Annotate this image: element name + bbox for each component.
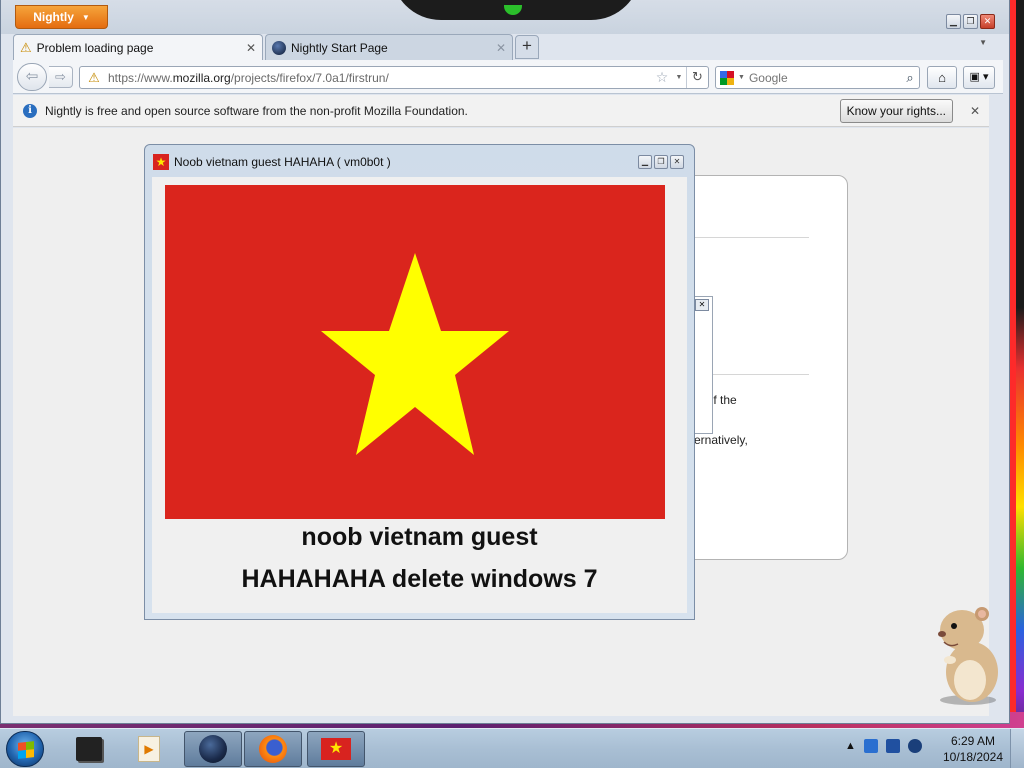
- error-page-card: ty of the ernatively,: [693, 175, 848, 560]
- search-icon[interactable]: ⌕: [901, 70, 919, 86]
- new-tab-button[interactable]: +: [515, 35, 539, 59]
- arrow-right-icon: ⇨: [55, 69, 66, 84]
- notification-message: Nightly is free and open source software…: [45, 103, 468, 118]
- taskbar-nightly-button[interactable]: [184, 731, 242, 767]
- media-player-icon: ▶: [138, 736, 160, 762]
- window-controls: ▁ ❐ ✕: [946, 14, 995, 29]
- vietnam-flag-icon: ★: [153, 154, 169, 170]
- search-bar: ▼ ⌕: [715, 66, 920, 89]
- divider: [694, 237, 809, 238]
- system-tray: ▲: [845, 739, 922, 753]
- reload-button[interactable]: ↻: [686, 67, 708, 88]
- taskbar-firefox-button[interactable]: [244, 731, 302, 767]
- show-desktop-button[interactable]: [1010, 729, 1024, 768]
- tab-nightly-start[interactable]: Nightly Start Page ✕: [265, 34, 513, 60]
- tray-display-icon[interactable]: [885, 739, 900, 753]
- popup-caption-line-1: noob vietnam guest: [301, 523, 538, 551]
- addon-button[interactable]: ▣ ▾: [963, 66, 995, 89]
- popup-close-button[interactable]: ✕: [670, 155, 684, 169]
- google-icon[interactable]: [720, 70, 734, 85]
- close-button[interactable]: ✕: [980, 14, 995, 29]
- tab-close-icon[interactable]: ✕: [246, 41, 256, 55]
- vietnam-flag-image: [165, 185, 665, 519]
- tab-list-chevron-icon[interactable]: ▼: [979, 38, 987, 47]
- bookmark-star-icon[interactable]: ☆: [652, 69, 672, 86]
- start-button[interactable]: [6, 731, 44, 767]
- navigation-toolbar: ⇦ ⇨ ⚠ https://www.mozilla.org/projects/f…: [13, 60, 1003, 94]
- taskbar-media-button[interactable]: [60, 731, 118, 767]
- nightly-menu-label: Nightly: [33, 10, 74, 24]
- warning-icon: ⚠: [20, 39, 32, 55]
- warning-icon: ⚠: [88, 69, 100, 85]
- desktop-wallpaper-edge: [1016, 0, 1024, 768]
- popup-title-bar[interactable]: ★ Noob vietnam guest HAHAHA ( vm0b0t ): [153, 154, 391, 170]
- url-domain: mozilla.org: [172, 70, 231, 85]
- tray-network-icon[interactable]: [863, 739, 878, 753]
- popup-window-controls: ▁ ❐ ✕: [638, 155, 684, 169]
- back-button[interactable]: ⇦: [17, 63, 47, 91]
- url-bar[interactable]: ⚠ https://www.mozilla.org/projects/firef…: [79, 66, 709, 89]
- notification-bar: i Nightly is free and open source softwa…: [13, 95, 989, 127]
- search-engine-dropdown-icon[interactable]: ▼: [738, 74, 745, 81]
- nightly-globe-icon: [272, 40, 286, 55]
- hidden-window-edge: [693, 296, 713, 434]
- nightly-globe-icon: [199, 735, 227, 763]
- popup-minimize-button[interactable]: ▁: [638, 155, 652, 169]
- home-button[interactable]: ⌂: [927, 66, 957, 89]
- addon-icon: ▣ ▾: [969, 71, 989, 83]
- home-icon: ⌂: [938, 70, 946, 85]
- tab-label: Nightly Start Page: [291, 40, 388, 55]
- notification-close-icon[interactable]: ✕: [965, 104, 985, 118]
- arrow-left-icon: ⇦: [25, 68, 39, 85]
- taskbar: ▶ ★ ▲ 6:29 AM 10/18/2024: [0, 728, 1024, 768]
- info-icon: i: [23, 103, 37, 118]
- vietnam-flag-icon: ★: [321, 738, 351, 760]
- minimize-button[interactable]: ▁: [946, 14, 961, 29]
- popup-window: ★ Noob vietnam guest HAHAHA ( vm0b0t ) ▁…: [144, 144, 695, 620]
- tab-problem-loading[interactable]: ⚠ Problem loading page ✕: [13, 34, 263, 60]
- close-icon[interactable]: ✕: [695, 299, 709, 311]
- url-text[interactable]: https://www.mozilla.org/projects/firefox…: [108, 71, 652, 85]
- popup-caption-line-2: HAHAHAHA delete windows 7: [241, 565, 598, 593]
- forward-button[interactable]: ⇨: [49, 66, 73, 88]
- popup-title: Noob vietnam guest HAHAHA ( vm0b0t ): [174, 155, 391, 169]
- hamster-mascot-icon: [938, 607, 998, 705]
- media-icon: [76, 737, 102, 761]
- popup-body: noob vietnam guest HAHAHAHA delete windo…: [152, 177, 687, 613]
- clock-date: 10/18/2024: [942, 750, 1004, 764]
- chevron-down-icon: ▼: [81, 12, 90, 22]
- tab-label: Problem loading page: [36, 40, 154, 55]
- nightly-menu-button[interactable]: Nightly ▼: [15, 5, 108, 29]
- firefox-icon: [259, 735, 287, 763]
- tab-strip: ⚠ Problem loading page ✕ Nightly Start P…: [13, 34, 1003, 60]
- windows-logo-icon: [18, 741, 34, 759]
- tab-close-icon[interactable]: ✕: [496, 41, 506, 55]
- theme-arc-decoration: [391, 0, 641, 20]
- search-input[interactable]: [748, 70, 897, 85]
- url-prefix: https://www.: [108, 70, 173, 85]
- url-path: /projects/firefox/7.0a1/firstrun/: [230, 70, 389, 85]
- taskbar-popup-button[interactable]: ★: [307, 731, 365, 767]
- theme-dot: [504, 5, 522, 15]
- title-bar[interactable]: Nightly ▼ ▁ ❐ ✕: [1, 0, 1009, 34]
- clock[interactable]: 6:29 AM 10/18/2024: [940, 733, 1006, 765]
- maximize-button[interactable]: ❐: [963, 14, 978, 29]
- history-dropdown-icon[interactable]: ▼: [672, 74, 686, 81]
- tray-volume-icon[interactable]: [907, 739, 922, 753]
- popup-maximize-button[interactable]: ❐: [654, 155, 668, 169]
- clock-time: 6:29 AM: [950, 734, 996, 748]
- page-text-fragment: ernatively,: [694, 433, 748, 447]
- taskbar-media-player-button[interactable]: ▶: [120, 731, 178, 767]
- flag-star-icon: [321, 253, 509, 455]
- know-your-rights-button[interactable]: Know your rights...: [839, 98, 953, 123]
- tray-expand-icon[interactable]: ▲: [845, 740, 856, 752]
